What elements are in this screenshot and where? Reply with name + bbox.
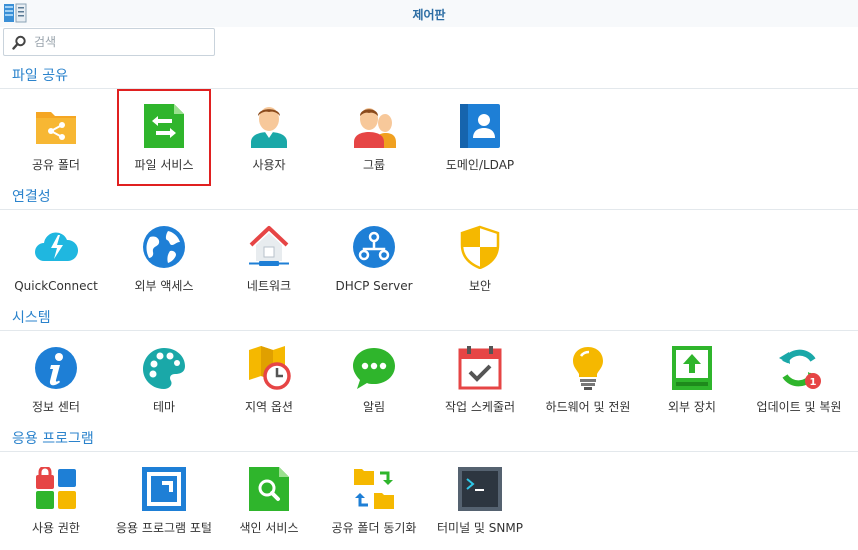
- item-label: 색인 서비스: [239, 521, 299, 535]
- privileges-item[interactable]: 사용 권한: [2, 467, 110, 550]
- terminal-snmp-icon: [458, 467, 502, 511]
- indexing-service-icon: [247, 467, 291, 511]
- update-restore-item[interactable]: 1 업데이트 및 복원: [745, 346, 853, 442]
- title-bar: 제어판: [0, 0, 858, 27]
- divider: [0, 330, 858, 331]
- item-label: 작업 스케줄러: [444, 400, 516, 414]
- indexing-service-item[interactable]: 색인 서비스: [215, 467, 323, 550]
- item-label: 터미널 및 SNMP: [437, 521, 523, 535]
- search-box[interactable]: [3, 28, 215, 56]
- user-item[interactable]: 사용자: [215, 104, 323, 200]
- hardware-power-icon: [566, 346, 610, 390]
- search-input[interactable]: [34, 34, 209, 50]
- item-label: 응용 프로그램 포털: [116, 521, 212, 535]
- info-center-icon: [34, 346, 78, 390]
- regional-options-item[interactable]: 지역 옵션: [215, 346, 323, 442]
- item-label: 도메인/LDAP: [445, 158, 515, 172]
- security-shield-icon: [458, 225, 502, 269]
- item-label: 공유 폴더: [32, 158, 80, 172]
- divider: [0, 451, 858, 452]
- update-count-badge: 1: [810, 377, 817, 388]
- domain-ldap-item[interactable]: 도메인/LDAP: [426, 104, 534, 200]
- item-label: DHCP Server: [335, 279, 413, 293]
- task-scheduler-item[interactable]: 작업 스케줄러: [426, 346, 534, 442]
- item-label: 업데이트 및 복원: [756, 400, 842, 414]
- item-label: 외부 액세스: [134, 279, 194, 293]
- dhcp-server-icon: [352, 225, 396, 269]
- quickconnect-icon: [34, 225, 78, 269]
- terminal-snmp-item[interactable]: 터미널 및 SNMP: [426, 467, 534, 550]
- group-item[interactable]: 그룹: [320, 104, 428, 200]
- shared-folder-sync-item[interactable]: 공유 폴더 동기화: [320, 467, 428, 550]
- search-icon: [12, 35, 27, 50]
- security-item[interactable]: 보안: [426, 225, 534, 321]
- dhcp-server-item[interactable]: DHCP Server: [320, 225, 428, 321]
- user-icon: [247, 104, 291, 148]
- external-devices-item[interactable]: 외부 장치: [638, 346, 746, 442]
- item-label: 테마: [152, 400, 176, 414]
- section-header-file-sharing: 파일 공유: [12, 68, 68, 84]
- item-label: 그룹: [362, 158, 386, 172]
- application-portal-item[interactable]: 응용 프로그램 포털: [110, 467, 218, 550]
- divider: [0, 209, 858, 210]
- item-label: 외부 장치: [668, 400, 716, 414]
- theme-item[interactable]: 테마: [110, 346, 218, 442]
- hardware-power-item[interactable]: 하드웨어 및 전원: [534, 346, 642, 442]
- item-label: 보안: [468, 279, 492, 293]
- privileges-icon: [34, 467, 78, 511]
- item-label: QuickConnect: [14, 279, 98, 293]
- section-header-connectivity: 연결성: [12, 189, 51, 205]
- item-label: 하드웨어 및 전원: [545, 400, 631, 414]
- item-label: 지역 옵션: [245, 400, 293, 414]
- group-icon: [352, 104, 396, 148]
- item-label: 사용자: [252, 158, 286, 172]
- task-scheduler-icon: [458, 346, 502, 390]
- update-restore-icon: 1: [777, 346, 821, 390]
- shared-folder-sync-icon: [352, 467, 396, 511]
- item-label: 네트워크: [246, 279, 292, 293]
- external-access-item[interactable]: 외부 액세스: [110, 225, 218, 321]
- section-header-applications: 응용 프로그램: [12, 431, 94, 447]
- shared-folder-icon: [34, 104, 78, 148]
- application-portal-icon: [142, 467, 186, 511]
- regional-options-icon: [247, 346, 291, 390]
- theme-palette-icon: [142, 346, 186, 390]
- notification-icon: [352, 346, 396, 390]
- window-title: 제어판: [412, 8, 446, 22]
- item-label: 사용 권한: [32, 521, 80, 535]
- item-label: 알림: [362, 400, 386, 414]
- highlight-box: [117, 89, 211, 186]
- item-label: 정보 센터: [32, 400, 80, 414]
- network-icon: [247, 225, 291, 269]
- notification-item[interactable]: 알림: [320, 346, 428, 442]
- section-header-system: 시스템: [12, 310, 51, 326]
- external-access-icon: [142, 225, 186, 269]
- item-label: 공유 폴더 동기화: [331, 521, 417, 535]
- domain-ldap-icon: [458, 104, 502, 148]
- network-item[interactable]: 네트워크: [215, 225, 323, 321]
- external-devices-icon: [670, 346, 714, 390]
